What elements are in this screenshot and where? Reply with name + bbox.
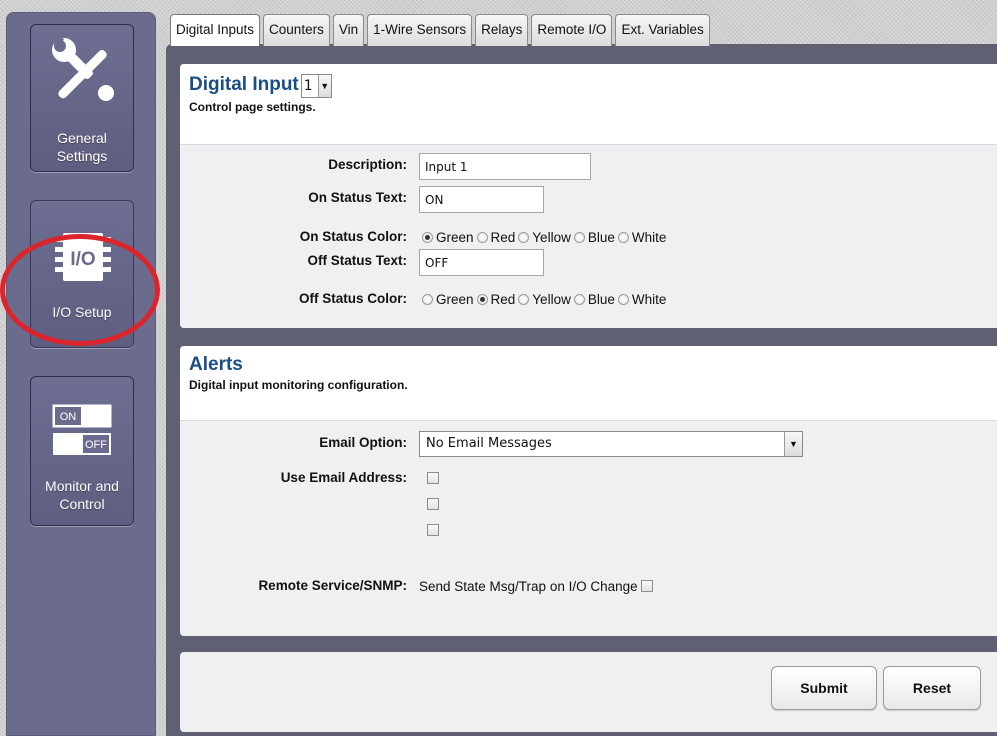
tab-vin[interactable]: Vin — [332, 14, 365, 46]
chevron-down-icon: ▼ — [784, 432, 802, 456]
alerts-title: Alerts — [189, 354, 243, 375]
on-color-red-radio[interactable] — [476, 231, 488, 243]
on-color-white-radio[interactable] — [617, 231, 629, 243]
email-address-checkbox-1[interactable] — [427, 472, 439, 484]
reset-button[interactable]: Reset — [883, 666, 981, 710]
switch-on-text: ON — [60, 411, 77, 423]
io-setup-button[interactable]: I/O I/O Setup — [30, 200, 134, 348]
off-status-color-label: Off Status Color: — [299, 291, 407, 306]
off-color-green-label: Green — [436, 291, 474, 307]
on-off-switch-icon: ON OFF — [52, 404, 112, 455]
email-address-checkbox-3[interactable] — [427, 524, 439, 536]
general-settings-button[interactable]: General Settings — [30, 24, 134, 172]
digital-input-section: Digital Input 1 ▼ Control page settings.… — [180, 64, 997, 328]
section-subtitle: Control page settings. — [189, 100, 316, 114]
off-status-text-label: Off Status Text: — [307, 253, 407, 268]
digital-input-form: Description: On Status Text: On Status C… — [180, 144, 997, 328]
section-title: Digital Input — [189, 74, 299, 95]
on-color-green-radio[interactable] — [422, 231, 433, 243]
on-color-white-label: White — [631, 229, 667, 245]
use-email-address-label: Use Email Address: — [280, 470, 407, 485]
general-settings-label-1: General — [57, 130, 107, 146]
tab-digital-inputs[interactable]: Digital Inputs — [170, 14, 261, 46]
tab-bar: Digital Inputs Counters Vin 1-Wire Senso… — [170, 14, 710, 46]
tab-ext-variables[interactable]: Ext. Variables — [615, 14, 710, 46]
submit-button[interactable]: Submit — [771, 666, 877, 710]
off-color-red-label: Red — [490, 291, 516, 307]
off-color-white-label: White — [631, 291, 667, 307]
off-color-blue-radio[interactable] — [573, 293, 585, 305]
on-status-color-label: On Status Color: — [299, 229, 407, 244]
on-color-yellow-label: Yellow — [532, 229, 571, 245]
monitor-control-button[interactable]: ON OFF Monitor and Control — [30, 376, 134, 526]
off-status-color-radios: Green Red Yellow Blue White — [419, 287, 666, 311]
chip-icon: I/O — [55, 233, 111, 281]
tab-relays[interactable]: Relays — [475, 14, 529, 46]
email-option-label: Email Option: — [319, 435, 407, 450]
tab-counters[interactable]: Counters — [263, 14, 330, 46]
off-color-yellow-label: Yellow — [532, 291, 571, 307]
general-settings-label-2: Settings — [56, 148, 108, 164]
on-color-yellow-radio[interactable] — [518, 231, 530, 243]
chip-icon-text: I/O — [70, 249, 95, 270]
off-color-green-radio[interactable] — [422, 293, 433, 305]
email-option-select[interactable]: No Email Messages ▼ — [419, 431, 803, 457]
monitor-control-label-1: Monitor and — [45, 478, 119, 494]
on-color-blue-label: Blue — [587, 229, 615, 245]
remote-service-label: Remote Service/SNMP: — [258, 578, 407, 593]
monitor-control-label-2: Control — [59, 496, 105, 512]
tools-icon — [51, 37, 114, 101]
on-status-color-radios: Green Red Yellow Blue White — [419, 225, 666, 249]
switch-off-text: OFF — [85, 439, 107, 451]
tab-1-wire-sensors[interactable]: 1-Wire Sensors — [367, 14, 473, 46]
description-input[interactable] — [419, 153, 591, 180]
on-status-text-input[interactable] — [419, 186, 544, 213]
send-state-checkbox[interactable] — [640, 580, 653, 592]
on-color-green-label: Green — [436, 229, 474, 245]
io-setup-label: I/O Setup — [52, 304, 112, 320]
alerts-section: Alerts Digital input monitoring configur… — [180, 346, 997, 636]
on-status-text-label: On Status Text: — [308, 190, 407, 205]
description-label: Description: — [328, 157, 407, 172]
on-color-red-label: Red — [490, 229, 516, 245]
off-color-yellow-radio[interactable] — [518, 293, 530, 305]
on-color-blue-radio[interactable] — [573, 231, 585, 243]
off-color-red-radio[interactable] — [476, 293, 488, 305]
chevron-down-icon: ▼ — [317, 75, 331, 97]
tab-remote-io[interactable]: Remote I/O — [531, 14, 613, 46]
remote-service-text: Send State Msg/Trap on I/O Change — [419, 578, 638, 594]
off-status-text-input[interactable] — [419, 249, 544, 276]
off-color-blue-label: Blue — [587, 291, 615, 307]
alerts-form: Email Option: No Email Messages ▼ Use Em… — [180, 420, 997, 636]
off-color-white-radio[interactable] — [617, 293, 629, 305]
input-number-select[interactable]: 1 ▼ — [300, 74, 332, 98]
alerts-subtitle: Digital input monitoring configuration. — [189, 378, 408, 392]
email-address-checkbox-2[interactable] — [427, 498, 439, 510]
